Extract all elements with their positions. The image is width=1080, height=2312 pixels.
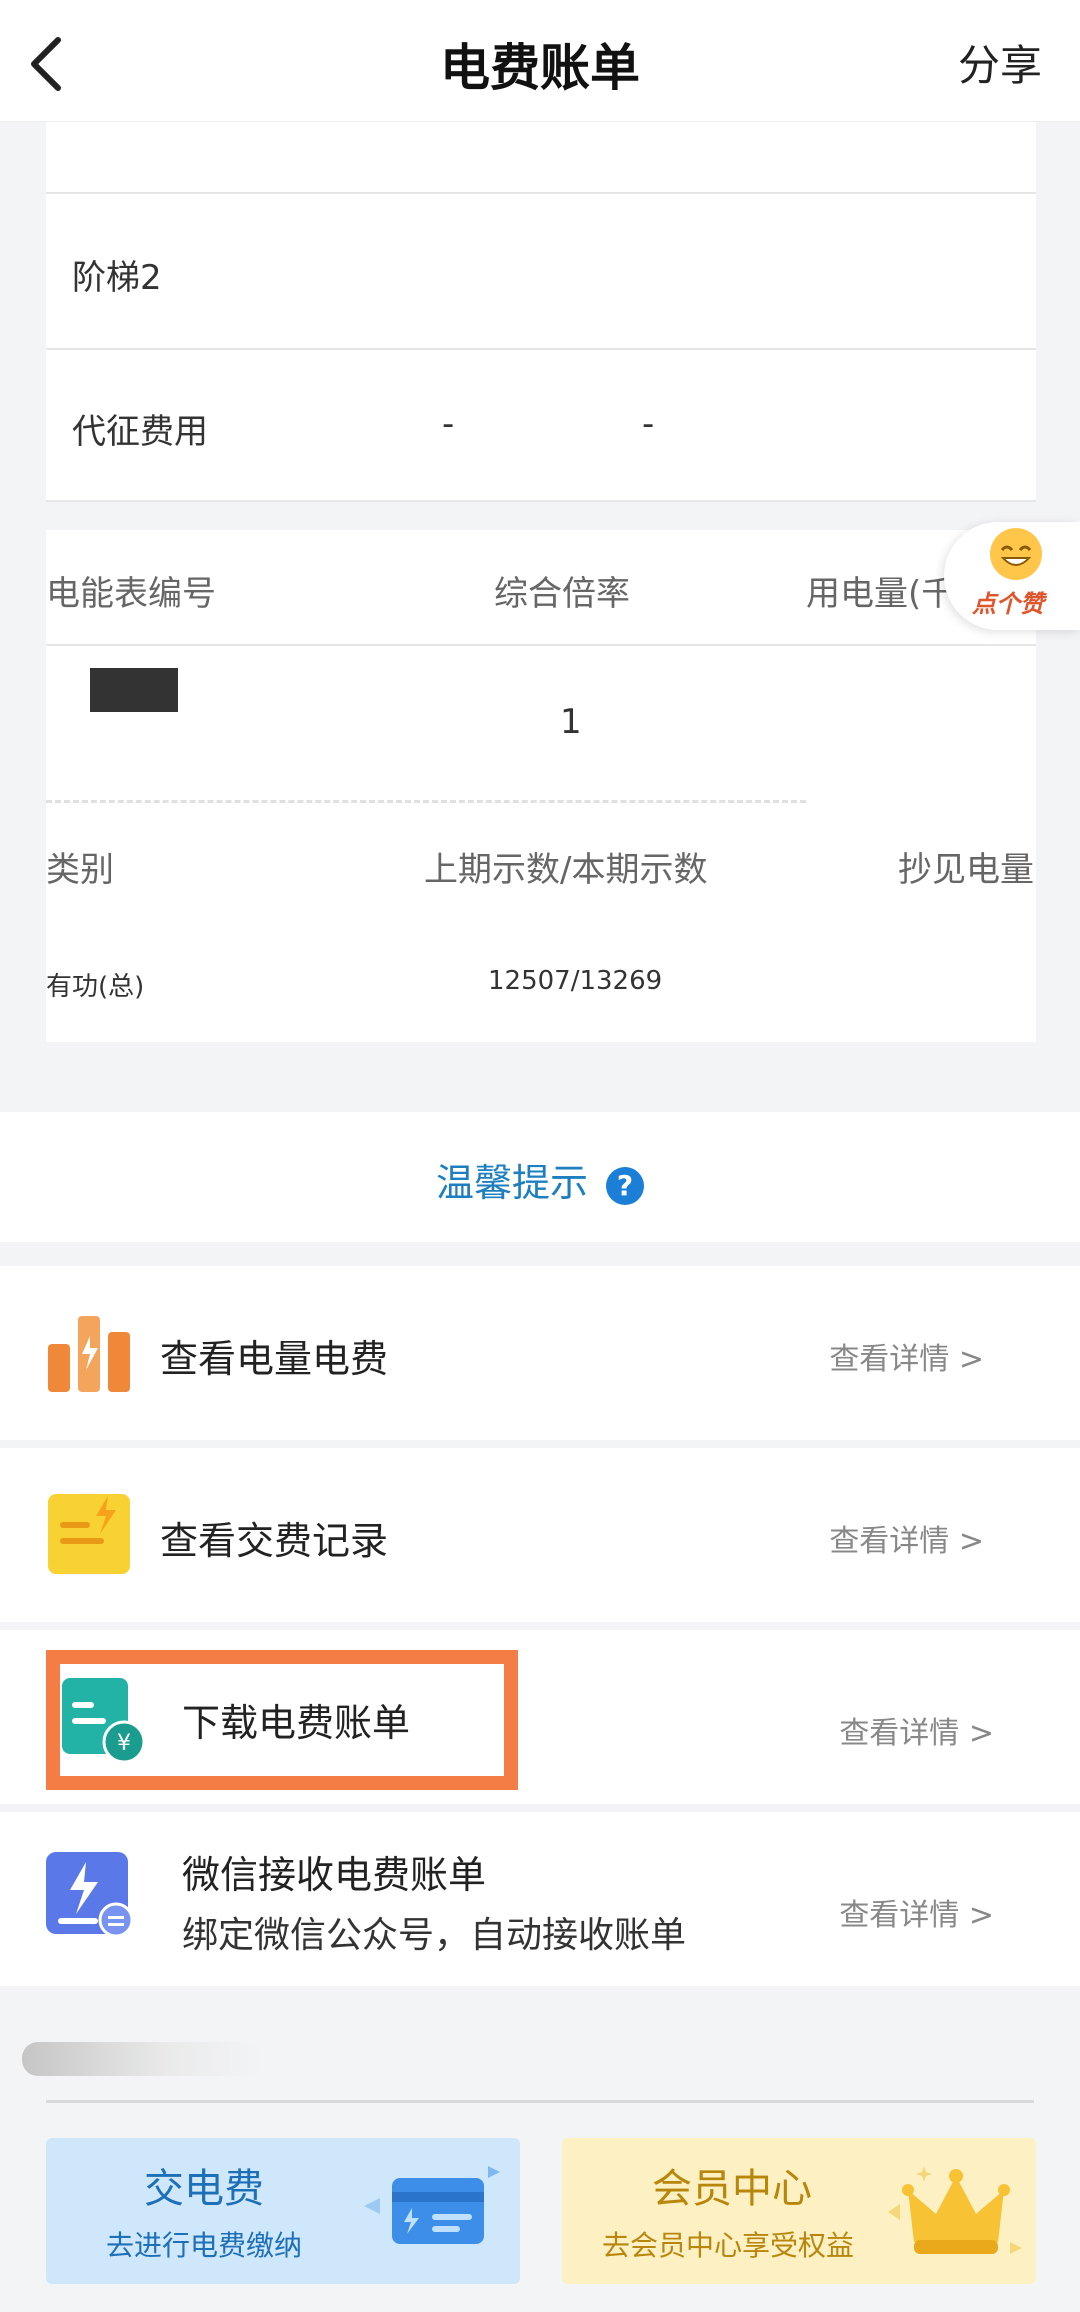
member-center-subtitle: 去会员中心享受权益 xyxy=(602,2229,855,2262)
multiplier-header: 综合倍率 xyxy=(494,574,630,614)
tier-table: 阶梯2 代征费用 - - xyxy=(46,122,1036,502)
row-divider xyxy=(46,500,1036,502)
meter-table: 电能表编号 综合倍率 用电量(千 1 类别 上期示数/本期示数 抄见电量 有功(… xyxy=(46,530,1036,1042)
category-value: 有功(总) xyxy=(46,972,145,1002)
pay-bill-subtitle: 去进行电费缴纳 xyxy=(106,2229,303,2262)
readings-value: 12507/13269 xyxy=(488,966,663,996)
row-divider xyxy=(46,348,1036,350)
row-divider xyxy=(46,192,1036,194)
meter-number-header: 电能表编号 xyxy=(46,574,216,614)
like-label: 点个赞 xyxy=(972,590,1044,618)
menu-item-wechat-bill[interactable]: 微信接收电费账单 绑定微信公众号，自动接收账单 查看详情 > xyxy=(0,1812,1080,1986)
menu-item-download-bill[interactable]: ¥ 下载电费账单 查看详情 > xyxy=(0,1630,1080,1804)
menu-label: 查看电量电费 xyxy=(160,1337,389,1381)
blurred-text xyxy=(22,2042,262,2076)
view-details-link[interactable]: 查看详情 > xyxy=(829,1516,984,1560)
recorded-usage-header: 抄见电量 xyxy=(898,850,1034,890)
redacted-meter-number xyxy=(90,668,178,712)
surcharge-value: - xyxy=(442,404,455,444)
bottom-divider xyxy=(46,2100,1034,2103)
dashed-divider xyxy=(46,800,806,803)
menu-sublabel: 绑定微信公众号，自动接收账单 xyxy=(182,1915,687,1956)
view-details-link[interactable]: 查看详情 > xyxy=(829,1334,984,1378)
bar-chart-icon xyxy=(48,1316,130,1392)
menu-item-payment-records[interactable]: 查看交费记录 查看详情 > xyxy=(0,1448,1080,1622)
svg-text:¥: ¥ xyxy=(117,1731,131,1756)
smiley-icon xyxy=(990,528,1042,580)
payment-record-icon xyxy=(48,1494,130,1574)
category-header: 类别 xyxy=(46,850,114,890)
help-icon[interactable]: ? xyxy=(606,1166,644,1205)
top-bar: 电费账单 分享 xyxy=(0,0,1080,122)
tip-label: 温馨提示 xyxy=(435,1161,588,1205)
crown-icon xyxy=(888,2166,1022,2254)
row-divider xyxy=(46,644,1036,646)
menu-label: 微信接收电费账单 xyxy=(182,1853,487,1897)
menu-label: 查看交费记录 xyxy=(160,1519,389,1563)
pay-bill-title: 交电费 xyxy=(144,2166,264,2212)
menu-item-usage-fees[interactable]: 查看电量电费 查看详情 > xyxy=(0,1266,1080,1440)
view-details-link[interactable]: 查看详情 > xyxy=(839,1708,994,1752)
share-button[interactable]: 分享 xyxy=(958,32,1042,93)
pay-bill-card[interactable]: 交电费 去进行电费缴纳 xyxy=(46,2138,520,2284)
surcharge-value: - xyxy=(642,404,655,444)
readings-header: 上期示数/本期示数 xyxy=(424,850,708,890)
tier2-label: 阶梯2 xyxy=(72,258,162,298)
tip-bar[interactable]: 温馨提示? xyxy=(0,1112,1080,1242)
wechat-bill-icon xyxy=(46,1852,134,1938)
card-payment-icon xyxy=(364,2166,500,2244)
usage-header: 用电量(千 xyxy=(806,574,956,614)
member-center-card[interactable]: 会员中心 去会员中心享受权益 xyxy=(562,2138,1036,2284)
multiplier-value: 1 xyxy=(560,702,582,742)
member-center-title: 会员中心 xyxy=(652,2166,812,2212)
view-details-link[interactable]: 查看详情 > xyxy=(839,1890,994,1934)
page-title: 电费账单 xyxy=(440,39,640,97)
surcharge-label: 代征费用 xyxy=(72,412,208,452)
menu-label: 下载电费账单 xyxy=(182,1701,411,1745)
download-bill-icon: ¥ xyxy=(62,1678,146,1764)
like-button[interactable]: 点个赞 xyxy=(944,522,1080,630)
